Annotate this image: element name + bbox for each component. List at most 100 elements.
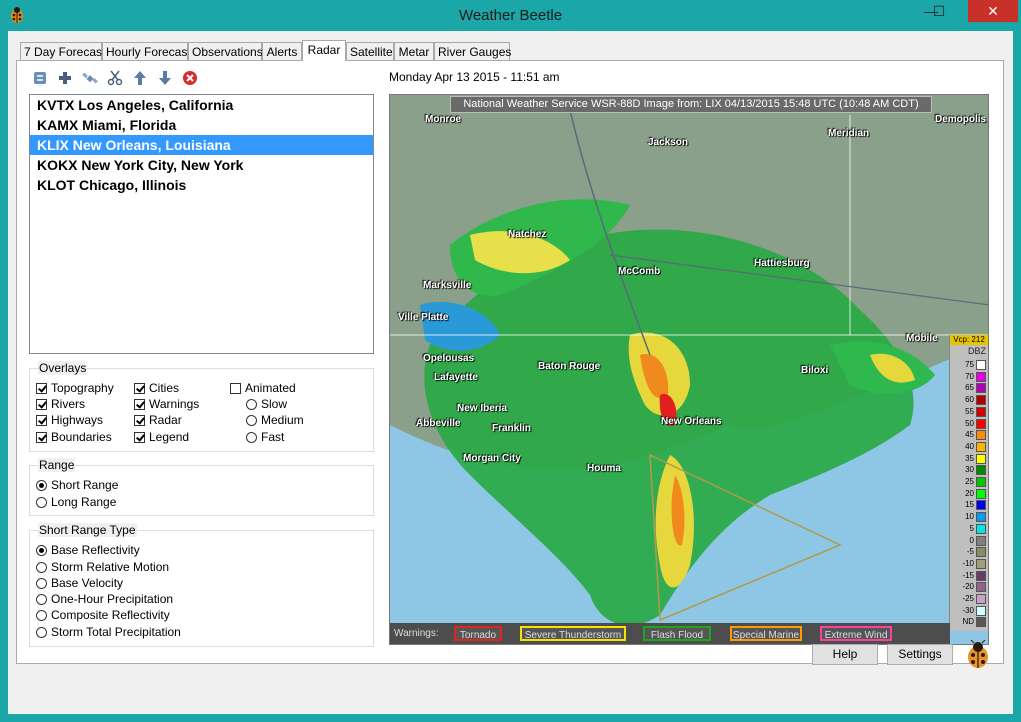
tab-7-day-forecast[interactable]: 7 Day Forecast	[20, 42, 105, 60]
radio-circle[interactable]	[36, 545, 47, 556]
legend-label: 55	[965, 406, 974, 416]
short-range-radio[interactable]: Short Range	[36, 478, 118, 492]
checkbox-box[interactable]	[36, 432, 47, 443]
legend-row: -20	[950, 581, 988, 593]
base-reflectivity-radio[interactable]: Base Reflectivity	[36, 543, 140, 557]
city-label: Franklin	[492, 423, 531, 434]
overlay-rivers-checkbox[interactable]: Rivers	[36, 397, 85, 411]
city-label: Ville Platte	[398, 312, 449, 323]
warning-tornado: Tornado	[454, 626, 502, 641]
city-label: Monroe	[425, 114, 462, 125]
overlay-legend-checkbox[interactable]: Legend	[134, 430, 189, 444]
checkbox-box[interactable]	[134, 399, 145, 410]
station-item[interactable]: KAMX Miami, Florida	[30, 115, 373, 135]
legend-label: 40	[965, 441, 974, 451]
radio-circle[interactable]	[246, 432, 257, 443]
legend-row: 65	[950, 382, 988, 394]
overlay-radar-checkbox[interactable]: Radar	[134, 413, 182, 427]
tab-hourly-forecast[interactable]: Hourly Forecast	[102, 42, 191, 60]
speed-fast-radio[interactable]: Fast	[246, 430, 284, 444]
arrow-down-icon[interactable]	[156, 69, 174, 87]
legend-label: -15	[962, 570, 974, 580]
legend-label: -25	[962, 594, 974, 603]
overlay-boundaries-checkbox[interactable]: Boundaries	[36, 430, 112, 444]
legend-label: 50	[965, 418, 974, 428]
checkbox-box[interactable]	[36, 399, 47, 410]
overlay-cities-checkbox[interactable]: Cities	[134, 381, 179, 395]
tab-river-gauges[interactable]: River Gauges	[434, 42, 511, 60]
station-item[interactable]: KVTX Los Angeles, California	[30, 95, 373, 115]
radio-circle[interactable]	[36, 610, 47, 621]
checkbox-label: Legend	[149, 430, 190, 444]
legend-label: -30	[962, 605, 974, 615]
speed-slow-radio[interactable]: Slow	[246, 397, 287, 411]
legend-swatch	[976, 605, 986, 616]
one-hour-precipitation-radio[interactable]: One-Hour Precipitation	[36, 592, 173, 606]
checkbox-box[interactable]	[134, 415, 145, 426]
overlay-animated-checkbox[interactable]: Animated	[230, 381, 296, 395]
city-label: Marksville	[423, 280, 472, 291]
radio-circle[interactable]	[36, 578, 47, 589]
composite-reflectivity-radio[interactable]: Composite Reflectivity	[36, 608, 170, 622]
radio-circle[interactable]	[36, 562, 47, 573]
legend-label: 70	[965, 371, 974, 381]
checkbox-box[interactable]	[230, 383, 241, 394]
radio-circle[interactable]	[246, 399, 257, 410]
overlay-warnings-checkbox[interactable]: Warnings	[134, 397, 199, 411]
checkbox-box[interactable]	[36, 383, 47, 394]
radio-circle[interactable]	[36, 594, 47, 605]
radio-label: Slow	[261, 397, 288, 411]
refresh-icon[interactable]	[31, 69, 49, 87]
checkbox-box[interactable]	[134, 383, 145, 394]
station-item[interactable]: KLOT Chicago, Illinois	[30, 175, 373, 195]
title-bar[interactable]: Weather Beetle — ☐ ✕	[0, 0, 1021, 30]
tab-metar[interactable]: Metar	[394, 42, 434, 60]
legend-label: 0	[969, 535, 974, 545]
warnings-bar: Warnings: Tornado Severe Thunderstorm Fl…	[390, 623, 950, 644]
satellite-icon[interactable]	[81, 69, 99, 87]
base-velocity-radio[interactable]: Base Velocity	[36, 576, 123, 590]
radio-circle[interactable]	[36, 627, 47, 638]
settings-button[interactable]: Settings	[887, 644, 953, 665]
storm-total-precipitation-radio[interactable]: Storm Total Precipitation	[36, 625, 181, 639]
checkbox-label: Rivers	[51, 397, 86, 411]
legend-label: 25	[965, 477, 974, 486]
city-label: Natchez	[508, 229, 547, 240]
checkbox-box[interactable]	[36, 415, 47, 426]
radio-circle[interactable]	[36, 480, 47, 491]
maximize-button[interactable]: ☐	[918, 0, 960, 22]
radio-circle[interactable]	[246, 415, 257, 426]
tab-alerts[interactable]: Alerts	[262, 42, 302, 60]
legend-swatch	[976, 523, 986, 534]
station-item-selected[interactable]: KLIX New Orleans, Louisiana	[30, 135, 373, 155]
storm-relative-motion-radio[interactable]: Storm Relative Motion	[36, 560, 169, 574]
station-list[interactable]: KVTX Los Angeles, California KAMX Miami,…	[29, 94, 374, 354]
checkbox-box[interactable]	[134, 432, 145, 443]
city-label: Baton Rouge	[538, 361, 601, 372]
cut-icon[interactable]	[106, 69, 124, 87]
add-icon[interactable]	[56, 69, 74, 87]
radio-circle[interactable]	[36, 497, 47, 508]
overlay-topography-checkbox[interactable]: Topography	[36, 381, 114, 395]
long-range-radio[interactable]: Long Range	[36, 495, 116, 509]
tab-radar[interactable]: Radar	[302, 40, 346, 61]
warnings-label: Warnings:	[394, 628, 439, 639]
city-label: Meridian	[828, 128, 870, 139]
window-title: Weather Beetle	[458, 7, 563, 24]
close-button[interactable]: ✕	[968, 0, 1018, 22]
tab-observations[interactable]: Observations	[188, 42, 263, 60]
speed-medium-radio[interactable]: Medium	[246, 413, 304, 427]
tab-satellite[interactable]: Satellite	[346, 42, 394, 60]
radio-label: Base Reflectivity	[51, 543, 140, 557]
legend-label: -20	[962, 582, 974, 592]
station-item[interactable]: KOKX New York City, New York	[30, 155, 373, 175]
overlay-highways-checkbox[interactable]: Highways	[36, 413, 103, 427]
radio-label: Medium	[261, 413, 304, 427]
help-button[interactable]: Help	[812, 644, 878, 665]
legend-row: 50	[950, 418, 988, 430]
delete-icon[interactable]	[181, 69, 199, 87]
arrow-up-icon[interactable]	[131, 69, 149, 87]
legend-swatch	[976, 500, 986, 511]
warning-extreme-wind: Extreme Wind	[820, 626, 892, 641]
legend-label: 35	[965, 453, 974, 463]
